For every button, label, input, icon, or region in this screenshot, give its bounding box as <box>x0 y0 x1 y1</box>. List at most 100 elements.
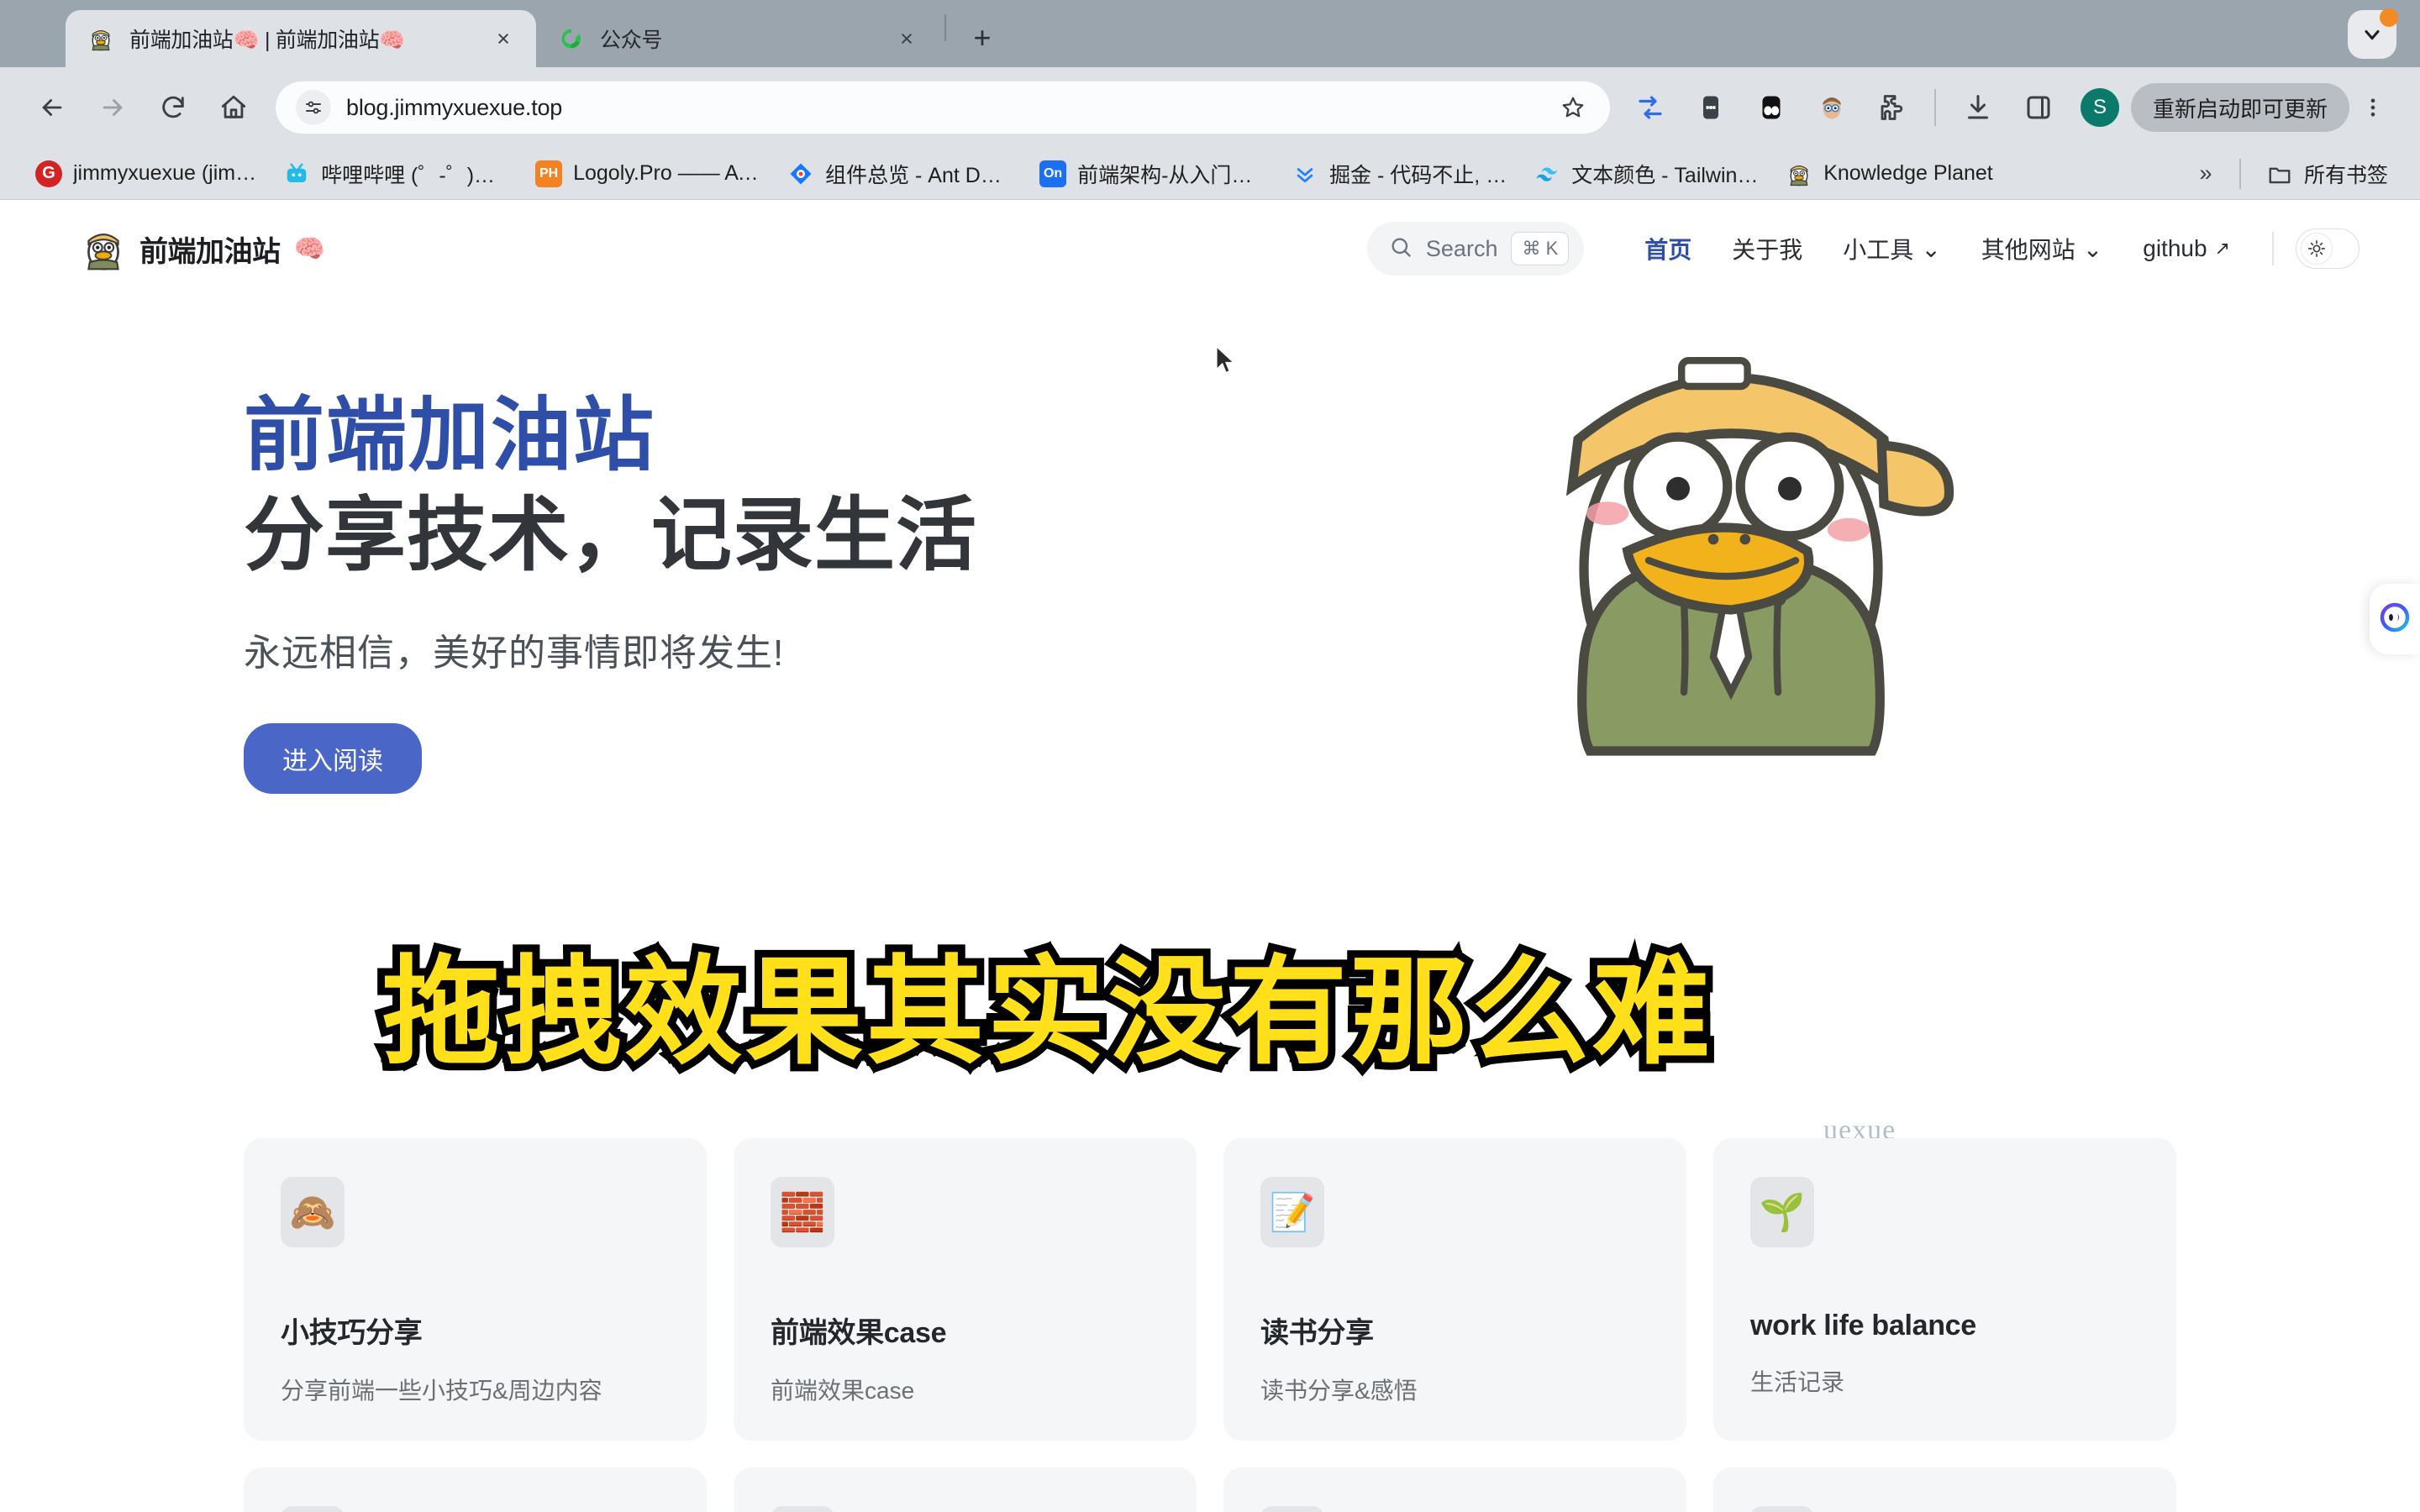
nav-link-tools[interactable]: 小工具 ⌄ <box>1823 232 1960 265</box>
bookmark-label: jimmyxuexue (jim… <box>73 161 257 185</box>
category-card-grid: 🙈 小技巧分享 分享前端一些小技巧&周边内容 🧱 前端效果case 前端效果ca… <box>244 1138 2176 1512</box>
category-card[interactable]: 🙈 小技巧分享 分享前端一些小技巧&周边内容 <box>244 1138 707 1441</box>
card-emoji-icon: 🙈 <box>281 1177 345 1247</box>
bookmark-item[interactable]: Knowledge Planet <box>1772 154 2007 194</box>
nav-link-other-sites[interactable]: 其他网站 ⌄ <box>1961 232 2123 265</box>
bookmark-label: Knowledge Planet <box>1823 161 1993 185</box>
producthunt-icon: PH <box>535 160 563 187</box>
nav-link-about[interactable]: 关于我 <box>1712 232 1823 265</box>
knowledge-planet-icon <box>1786 160 1812 187</box>
card-emoji-icon: 🖐️ <box>1750 1506 1814 1512</box>
category-card[interactable]: 🔥 snow-tiny snow-tiny 是一个专为前端从业开发 <box>734 1467 1197 1512</box>
bookmark-label: Logoly.Pro —— A c… <box>573 161 761 185</box>
external-link-icon: ↗ <box>2214 238 2230 259</box>
side-panel-icon[interactable] <box>2008 77 2069 138</box>
nav-link-label: 首页 <box>1644 237 1692 263</box>
new-tab-button[interactable]: + <box>961 17 1003 59</box>
bookmarks-overflow-area: » 所有书签 <box>2184 154 2402 194</box>
card-emoji-icon: 📝 <box>1260 1177 1324 1247</box>
category-card[interactable]: ⚡ easy-watermark easy-watermark 是一个基于 … … <box>1223 1467 1686 1512</box>
profile-avatar[interactable]: S <box>2080 88 2119 127</box>
antdesign-icon <box>787 160 814 187</box>
url-text: blog.jimmyxuexue.top <box>346 94 563 120</box>
card-description: 前端效果case <box>771 1378 915 1404</box>
tab-close-button[interactable]: × <box>489 24 518 53</box>
card-emoji-icon: ✨ <box>281 1506 345 1512</box>
card-title: work life balance <box>1750 1310 1976 1341</box>
bookmark-item[interactable]: 组件总览 - Ant Des… <box>774 154 1026 194</box>
site-brand[interactable]: 前端加油站 🧠 <box>81 226 325 271</box>
bookmark-item[interactable]: PH Logoly.Pro —— A c… <box>522 154 774 194</box>
tab-close-button[interactable]: × <box>892 24 921 53</box>
download-icon[interactable] <box>1948 77 2008 138</box>
tab-divider <box>944 14 946 41</box>
bookmark-item[interactable]: 文本颜色 - Tailwind… <box>1520 154 1772 194</box>
browser-tab-inactive[interactable]: 公众号 × <box>536 10 939 67</box>
reload-icon[interactable] <box>143 77 203 138</box>
home-icon[interactable] <box>203 77 264 138</box>
bookmark-label: 掘金 - 代码不止, … <box>1329 163 1507 187</box>
forward-arrow-icon[interactable] <box>82 77 143 138</box>
kebab-menu-icon[interactable] <box>2349 77 2396 138</box>
avatar-extension-icon[interactable] <box>1802 77 1862 138</box>
hero-section: 前端加油站 分享技术，记录生活 永远相信，美好的事情即将发生! 进入阅读 uex… <box>0 296 2420 1146</box>
card-title: 读书分享 <box>1260 1317 1374 1349</box>
hero-subtitle: 永远相信，美好的事情即将发生! <box>244 632 785 674</box>
search-shortcut-badge: ⌘ K <box>1511 232 1570 265</box>
chevron-down-icon: ⌄ <box>1921 235 1941 262</box>
bookmark-star-icon[interactable] <box>1555 89 1591 126</box>
mouse-cursor <box>1213 344 1239 382</box>
eyes-extension-icon[interactable] <box>1741 77 1802 138</box>
category-card[interactable]: 📝 读书分享 读书分享&感悟 <box>1223 1138 1686 1441</box>
tab-strip: 前端加油站🧠 | 前端加油站🧠 × 公众号 × + <box>0 0 2420 67</box>
bookmark-label: 哔哩哔哩 (゜-゜)つ… <box>321 163 509 187</box>
nav-link-label: 关于我 <box>1732 237 1803 263</box>
all-bookmarks-button[interactable]: 所有书签 <box>2253 154 2402 194</box>
update-badge-dot <box>2380 8 2398 27</box>
sync-blue-icon[interactable] <box>1620 77 1681 138</box>
category-card[interactable]: ✨ snow-todoList todoList 基于 … 都特开 <box>244 1467 707 1512</box>
update-button[interactable]: 重新启动即可更新 <box>2130 83 2349 132</box>
folder-icon <box>2266 160 2293 187</box>
enter-reading-button[interactable]: 进入阅读 <box>244 722 422 794</box>
nav-link-label: 小工具 <box>1843 237 1914 263</box>
bilibili-icon <box>283 160 310 187</box>
window-menu-button[interactable] <box>2348 8 2398 59</box>
overlay-caption: 拖拽效果其实没有那么难 <box>382 946 1714 1078</box>
bookmarks-bar: G jimmyxuexue (jim… 哔哩哔哩 (゜-゜)つ… PH Logo… <box>0 148 2420 200</box>
ai-assistant-icon <box>2378 601 2412 638</box>
password-manager-icon[interactable] <box>1681 77 1741 138</box>
github-g-icon: G <box>35 160 62 187</box>
address-bar[interactable]: blog.jimmyxuexue.top <box>276 81 1610 134</box>
back-arrow-icon[interactable] <box>22 77 82 138</box>
bookmark-item[interactable]: 掘金 - 代码不止, … <box>1278 154 1520 194</box>
onenote-icon: On <box>1039 160 1067 187</box>
ai-assistant-widget[interactable] <box>2370 584 2420 654</box>
nav-divider <box>2272 232 2274 265</box>
nav-link-home[interactable]: 首页 <box>1624 232 1712 265</box>
site-title: 前端加油站 <box>139 235 281 268</box>
browser-tab-active[interactable]: 前端加油站🧠 | 前端加油站🧠 × <box>66 10 536 67</box>
category-card[interactable]: 🧱 前端效果case 前端效果case <box>734 1138 1197 1441</box>
bookmark-item[interactable]: G jimmyxuexue (jim… <box>22 154 270 194</box>
sun-icon <box>2301 233 2333 265</box>
brain-emoji-icon: 🧠 <box>293 234 325 263</box>
search-placeholder: Search <box>1425 235 1498 261</box>
site-nav: Search ⌘ K 首页 关于我 小工具 ⌄ 其他网站 ⌄ github ↗ <box>1366 222 2360 276</box>
extensions-puzzle-icon[interactable] <box>1862 77 1923 138</box>
category-card[interactable]: 🖐️ snowIndex 学习程序员多年本，用着他技术找工作 <box>1713 1467 2176 1512</box>
all-bookmarks-label: 所有书签 <box>2303 163 2388 187</box>
nav-link-github[interactable]: github ↗ <box>2123 235 2250 262</box>
card-title: 前端效果case <box>771 1317 947 1349</box>
tune-icon[interactable] <box>296 90 331 125</box>
bookmark-item[interactable]: On 前端架构-从入门到… <box>1026 154 1278 194</box>
card-description: 分享前端一些小技巧&周边内容 <box>281 1378 602 1404</box>
bookmarks-overflow-button[interactable]: » <box>2184 154 2228 194</box>
card-description: 生活记录 <box>1750 1369 1845 1395</box>
bookmark-label: 前端架构-从入门到… <box>1077 163 1265 187</box>
category-card[interactable]: 🌱 work life balance 生活记录 <box>1713 1138 2176 1441</box>
search-input[interactable]: Search ⌘ K <box>1366 222 1585 276</box>
theme-toggle[interactable] <box>2296 228 2360 269</box>
bookmark-item[interactable]: 哔哩哔哩 (゜-゜)つ… <box>270 154 522 194</box>
hero-text-block: 前端加油站 分享技术，记录生活 永远相信，美好的事情即将发生! 进入阅读 <box>244 388 977 794</box>
